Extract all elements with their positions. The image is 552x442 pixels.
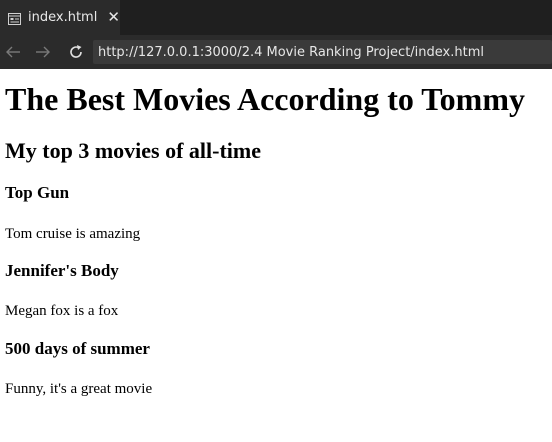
page-subtitle: My top 3 movies of all-time (5, 138, 261, 163)
page-title: The Best Movies According to Tommy (5, 81, 525, 117)
preview-icon (8, 12, 21, 25)
tab-title: index.html (28, 10, 98, 25)
movie-title-1: Top Gun (5, 183, 70, 202)
address-bar[interactable]: http://127.0.0.1:3000/2.4 Movie Ranking … (93, 40, 552, 64)
navigation-bar: http://127.0.0.1:3000/2.4 Movie Ranking … (0, 35, 552, 69)
movie-title-2: Jennifer's Body (5, 261, 119, 280)
movie-comment-1: Tom cruise is amazing (5, 226, 141, 242)
reload-icon[interactable] (67, 43, 85, 61)
movie-comment-2: Megan fox is a fox (5, 303, 119, 319)
arrow-right-icon[interactable] (34, 43, 52, 61)
movie-comment-3: Funny, it's a great movie (5, 381, 153, 397)
movie-title-3: 500 days of summer (5, 339, 150, 358)
tab-strip: index.html ✕ (0, 0, 552, 35)
tab-index-html[interactable]: index.html ✕ (0, 0, 120, 35)
arrow-left-icon[interactable] (4, 43, 22, 61)
close-icon[interactable]: ✕ (107, 10, 120, 25)
url-text: http://127.0.0.1:3000/2.4 Movie Ranking … (98, 44, 484, 60)
page-content: The Best Movies According to Tommy My to… (0, 69, 552, 442)
